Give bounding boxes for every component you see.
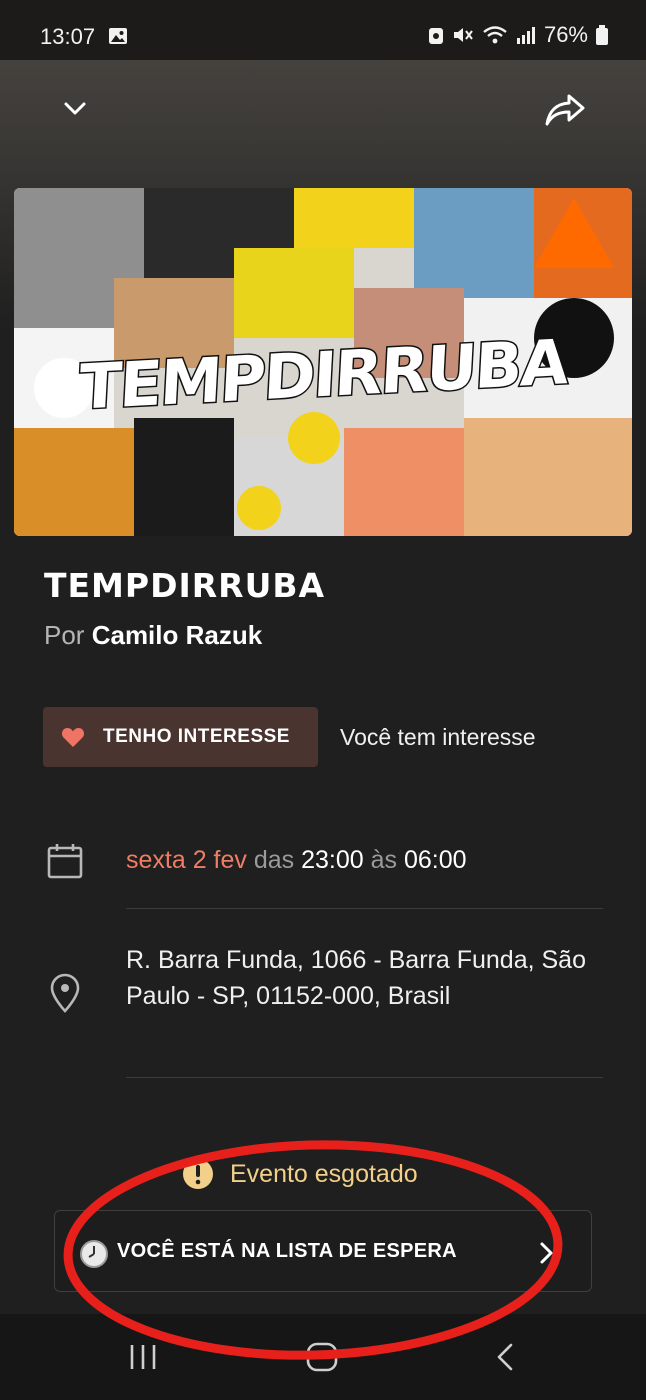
warning-icon — [183, 1159, 213, 1189]
battery-icon — [596, 25, 608, 45]
interest-status: Você tem interesse — [340, 724, 536, 750]
back-icon — [497, 1343, 513, 1371]
recent-apps-icon — [130, 1345, 156, 1369]
chevron-down-icon — [64, 102, 86, 115]
organizer: Por Camilo Razuk — [44, 620, 262, 651]
home-button[interactable] — [306, 1342, 338, 1376]
lock-icon — [428, 28, 443, 44]
system-nav-bar — [0, 1314, 646, 1400]
event-day: sexta 2 fev — [126, 846, 247, 874]
share-icon — [545, 94, 585, 126]
share-button[interactable] — [543, 90, 587, 134]
start-time: 23:00 — [301, 846, 364, 874]
divider — [126, 1077, 603, 1078]
date-from-word: das — [253, 846, 295, 874]
event-address[interactable]: R. Barra Funda, 1066 - Barra Funda, São … — [126, 942, 606, 1014]
sold-out-text: Evento esgotado — [230, 1159, 418, 1188]
battery-percent: 76% — [543, 22, 588, 47]
close-button[interactable] — [60, 94, 90, 128]
home-icon — [306, 1342, 338, 1372]
chevron-right-icon — [539, 1241, 555, 1269]
gallery-icon — [108, 27, 128, 49]
interest-button-label: TENHO INTERESSE — [103, 726, 290, 747]
back-button[interactable] — [494, 1342, 516, 1376]
status-time: 13:07 — [40, 24, 96, 49]
sold-out-notice: Evento esgotado — [182, 1158, 418, 1190]
date-text: sexta 2 fev das 23:00 às 06:00 — [126, 846, 467, 875]
status-bar: 13:07 76% — [0, 0, 646, 60]
divider — [126, 908, 603, 909]
organizer-prefix: Por — [44, 620, 85, 650]
mute-icon — [453, 28, 473, 42]
location-pin-icon — [48, 973, 82, 1017]
end-time: 06:00 — [404, 846, 467, 874]
calendar-icon — [46, 842, 84, 884]
wifi-icon — [483, 26, 507, 44]
signal-icon — [516, 27, 535, 44]
interest-button[interactable]: TENHO INTERESSE — [43, 707, 318, 767]
waitlist-label: VOCÊ ESTÁ NA LISTA DE ESPERA — [117, 1240, 457, 1262]
event-cover-image: TEMPDIRRUBA — [14, 188, 632, 536]
event-title: TEMPDIRRUBA — [44, 566, 326, 605]
organizer-name[interactable]: Camilo Razuk — [92, 620, 263, 650]
date-to-word: às — [370, 846, 398, 874]
waitlist-button[interactable]: VOCÊ ESTÁ NA LISTA DE ESPERA — [54, 1210, 592, 1292]
heart-icon — [61, 728, 85, 747]
clock-icon — [79, 1239, 109, 1273]
recent-apps-button[interactable] — [128, 1342, 158, 1376]
